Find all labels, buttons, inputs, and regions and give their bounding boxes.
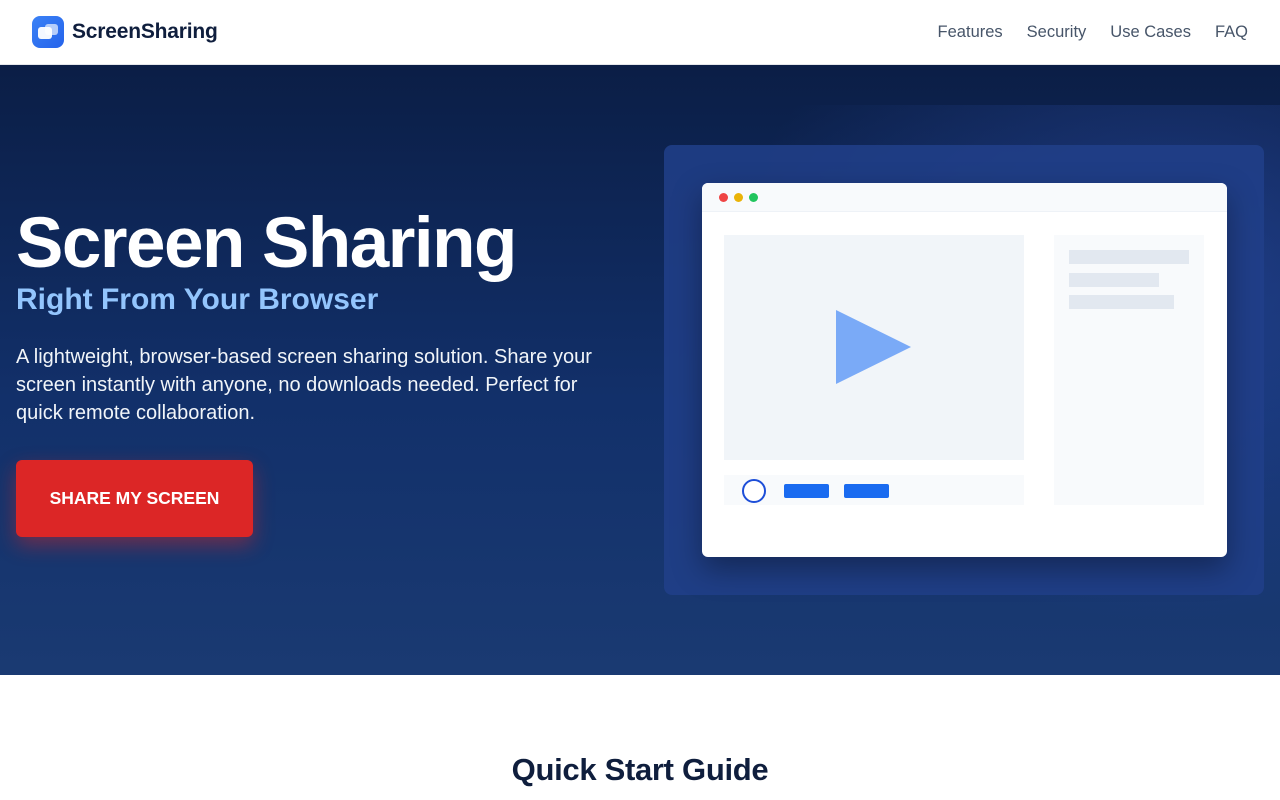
nav-link-features[interactable]: Features xyxy=(938,23,1003,42)
window-dot-green-icon xyxy=(749,193,758,202)
record-circle-icon xyxy=(742,479,766,503)
brand-link[interactable]: ScreenSharing xyxy=(32,16,218,48)
quick-start-title: Quick Start Guide xyxy=(511,752,769,787)
window-dot-yellow-icon xyxy=(734,193,743,202)
hero-title: Screen Sharing xyxy=(16,204,517,283)
hero-description: A lightweight, browser-based screen shar… xyxy=(16,346,592,424)
nav-link-use-cases[interactable]: Use Cases xyxy=(1110,23,1191,42)
browser-mockup-illustration xyxy=(702,183,1227,557)
main-nav: Features Security Use Cases FAQ xyxy=(938,23,1248,42)
mockup-controls xyxy=(724,475,1024,505)
share-my-screen-button[interactable]: SHARE MY SCREEN xyxy=(16,460,253,537)
mockup-sidebar xyxy=(1054,235,1204,505)
play-icon xyxy=(836,310,911,384)
hero-subtitle: Right From Your Browser xyxy=(16,283,379,316)
placeholder-line xyxy=(1069,273,1159,287)
top-nav-bar: ScreenSharing Features Security Use Case… xyxy=(0,0,1280,65)
brand-name: ScreenSharing xyxy=(72,20,218,43)
placeholder-line xyxy=(1069,250,1189,264)
placeholder-line xyxy=(1069,295,1174,309)
nav-link-security[interactable]: Security xyxy=(1027,23,1087,42)
window-dot-red-icon xyxy=(719,193,728,202)
mockup-video-area xyxy=(724,235,1024,460)
screen-share-logo-icon xyxy=(32,16,64,48)
mockup-control-pill xyxy=(844,484,889,498)
nav-link-faq[interactable]: FAQ xyxy=(1215,23,1248,42)
mockup-title-bar xyxy=(702,183,1227,212)
mockup-control-pill xyxy=(784,484,829,498)
hero-section: Screen Sharing Right From Your Browser A… xyxy=(0,65,1280,675)
